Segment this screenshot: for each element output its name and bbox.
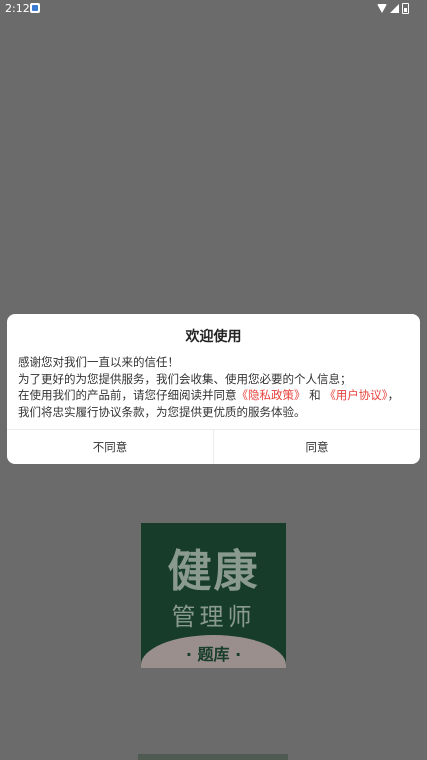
dialog-button-row: 不同意 同意 xyxy=(7,429,420,464)
dialog-line-collect: 为了更好的为您提供服务，我们会收集、使用您必要的个人信息； xyxy=(18,371,352,386)
agree-button[interactable]: 同意 xyxy=(214,430,420,464)
app-notification-icon xyxy=(30,3,40,13)
agreement-prefix: 在使用我们的产品前，请您仔细阅读并同意 xyxy=(18,388,237,402)
user-agreement-link[interactable]: 《用户协议》 xyxy=(324,388,387,402)
logo-subtitle: 管理师 xyxy=(171,603,256,631)
screen: 2:12 健康 管理师 · 题库 · 欢迎使用 感谢您对我们一直以来的信任！ 为… xyxy=(0,0,427,760)
status-icons xyxy=(377,3,409,14)
privacy-policy-link[interactable]: 《隐私政策》 xyxy=(237,388,306,402)
signal-icon xyxy=(390,4,399,13)
logo-badge: · 题库 · xyxy=(185,645,242,664)
battery-icon xyxy=(402,3,409,14)
bottom-decoration xyxy=(138,754,288,760)
dialog-line-thanks: 感谢您对我们一直以来的信任！ xyxy=(18,355,179,369)
app-logo: 健康 管理师 · 题库 · xyxy=(141,523,286,668)
disagree-button[interactable]: 不同意 xyxy=(7,430,213,464)
status-bar: 2:12 xyxy=(0,0,427,18)
dialog-title: 欢迎使用 xyxy=(185,329,242,345)
and-text: 和 xyxy=(309,388,321,402)
wifi-icon xyxy=(377,4,387,13)
logo-title: 健康 xyxy=(167,546,260,597)
status-time: 2:12 xyxy=(5,2,30,15)
dialog-line-agreement: 在使用我们的产品前，请您仔细阅读并同意《隐私政策》 和 《用户协议》，我们将忠实… xyxy=(18,387,410,420)
privacy-dialog: 欢迎使用 感谢您对我们一直以来的信任！ 为了更好的为您提供服务，我们会收集、使用… xyxy=(7,314,420,464)
dialog-body: 感谢您对我们一直以来的信任！ 为了更好的为您提供服务，我们会收集、使用您必要的个… xyxy=(18,354,410,420)
